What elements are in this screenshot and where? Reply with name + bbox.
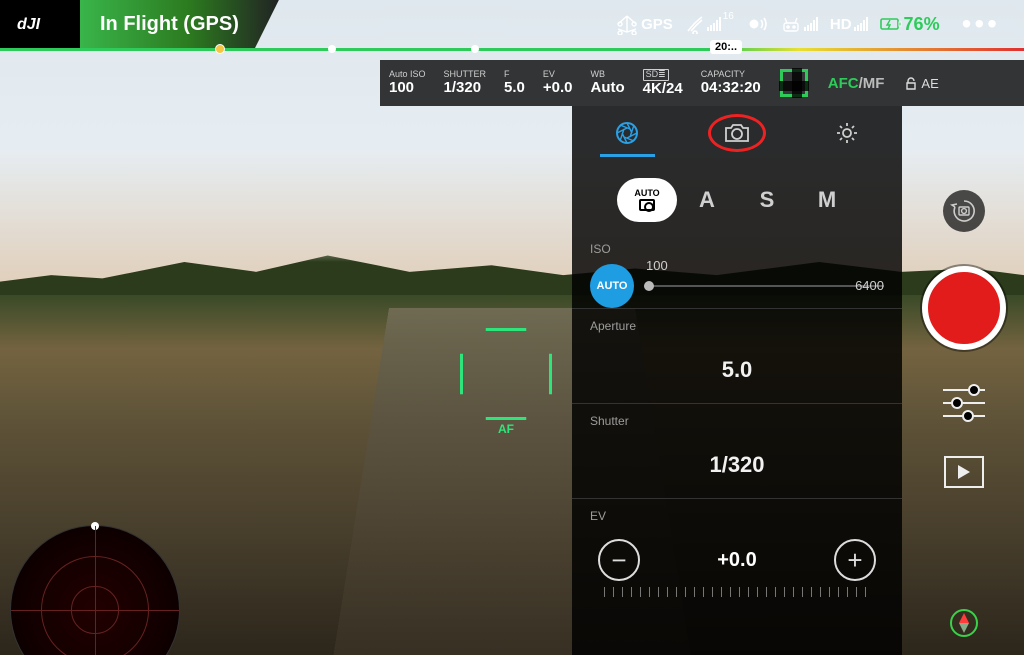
highlight-ring [708,114,766,152]
flight-status-text: In Flight (GPS) [100,13,239,36]
iso-readout[interactable]: Auto ISO 100 [380,70,435,96]
flight-mode-icon[interactable]: GPS [615,13,673,35]
focus-mode-toggle[interactable]: AFC/MF [818,75,895,92]
shutter-value[interactable]: 1/320 [572,432,902,498]
battery-timeline[interactable] [0,48,1024,51]
svg-text:dJI: dJI [17,16,41,33]
rc-time-badge: 20:.. [710,40,742,54]
camera-settings-button[interactable] [943,384,985,422]
record-button[interactable] [922,266,1006,350]
iso-auto-knob[interactable]: AUTO [590,264,634,308]
ev-value: +0.0 [717,549,756,572]
mode-m[interactable]: M [797,178,857,222]
capacity-readout[interactable]: CAPACITY 04:32:20 [692,70,770,96]
rc-signal-icon[interactable] [780,15,818,33]
vision-sensor-icon[interactable] [746,16,768,32]
gear-icon [835,121,859,145]
unlock-icon [904,76,918,90]
switch-icon [950,197,978,225]
ev-plus-button[interactable]: + [834,539,876,581]
flight-status[interactable]: In Flight (GPS) [80,0,279,48]
camera-settings-panel: AUTO A S M ISO AUTO 100 6400 Aperture 5.… [572,106,902,655]
battery-icon[interactable]: 76% [880,14,940,35]
more-menu-icon[interactable]: ••• [952,8,1010,40]
focus-frame-icon[interactable] [780,69,808,97]
aperture-value[interactable]: 5.0 [572,337,902,403]
iso-slider[interactable]: AUTO 100 6400 [590,264,884,302]
shutter-section-label: Shutter [572,404,902,432]
sat-signal-bars [707,17,721,31]
exposure-bar: Auto ISO 100 SHUTTER 1/320 F 5.0 EV +0.0… [380,60,1024,106]
panel-tabs [572,106,902,160]
wb-readout[interactable]: WB Auto [582,70,634,96]
tab-photo[interactable] [682,106,792,160]
aperture-icon [614,120,640,146]
iso-min-label: 100 [646,258,668,273]
mode-a[interactable]: A [677,178,737,222]
ev-minus-button[interactable]: − [598,539,640,581]
iso-max-label: 6400 [855,278,884,293]
ev-ticks [604,587,870,597]
gps-label: GPS [641,16,673,33]
playback-button[interactable] [944,456,984,488]
sat-count: 16 [723,11,734,22]
iso-track[interactable] [644,285,884,287]
autofocus-box[interactable]: AF [460,328,552,420]
rc-signal-bars [804,17,818,31]
mode-auto[interactable]: AUTO [617,178,677,222]
mode-s[interactable]: S [737,178,797,222]
right-controls [916,190,1012,645]
battery-percent: 76% [904,14,940,35]
camera-icon [639,199,655,211]
autofocus-label: AF [498,420,514,436]
photo-video-switch[interactable] [943,190,985,232]
dji-logo[interactable]: dJI [0,0,80,48]
aperture-readout[interactable]: F 5.0 [495,70,534,96]
ev-readout[interactable]: EV +0.0 [534,70,582,96]
tab-general[interactable] [792,106,902,160]
shutter-readout[interactable]: SHUTTER 1/320 [435,70,496,96]
sd-readout[interactable]: SD≣ 4K/24 [634,69,692,97]
top-bar: dJI In Flight (GPS) GPS 16 HD 76% ••• [0,0,1024,48]
hd-label: HD [830,16,852,33]
ev-section-label: EV [572,499,902,527]
ae-lock-toggle[interactable]: AE [894,76,948,91]
hd-signal-bars [854,17,868,31]
satellite-icon[interactable]: 16 [685,14,734,34]
hd-signal-icon[interactable]: HD [830,16,868,33]
iso-section-label: ISO [572,232,902,260]
aperture-section-label: Aperture [572,309,902,337]
sd-icon: SD≣ [643,69,669,81]
exposure-mode-row: AUTO A S M [602,178,872,222]
tab-exposure[interactable] [572,106,682,160]
compass-icon[interactable] [950,609,978,637]
